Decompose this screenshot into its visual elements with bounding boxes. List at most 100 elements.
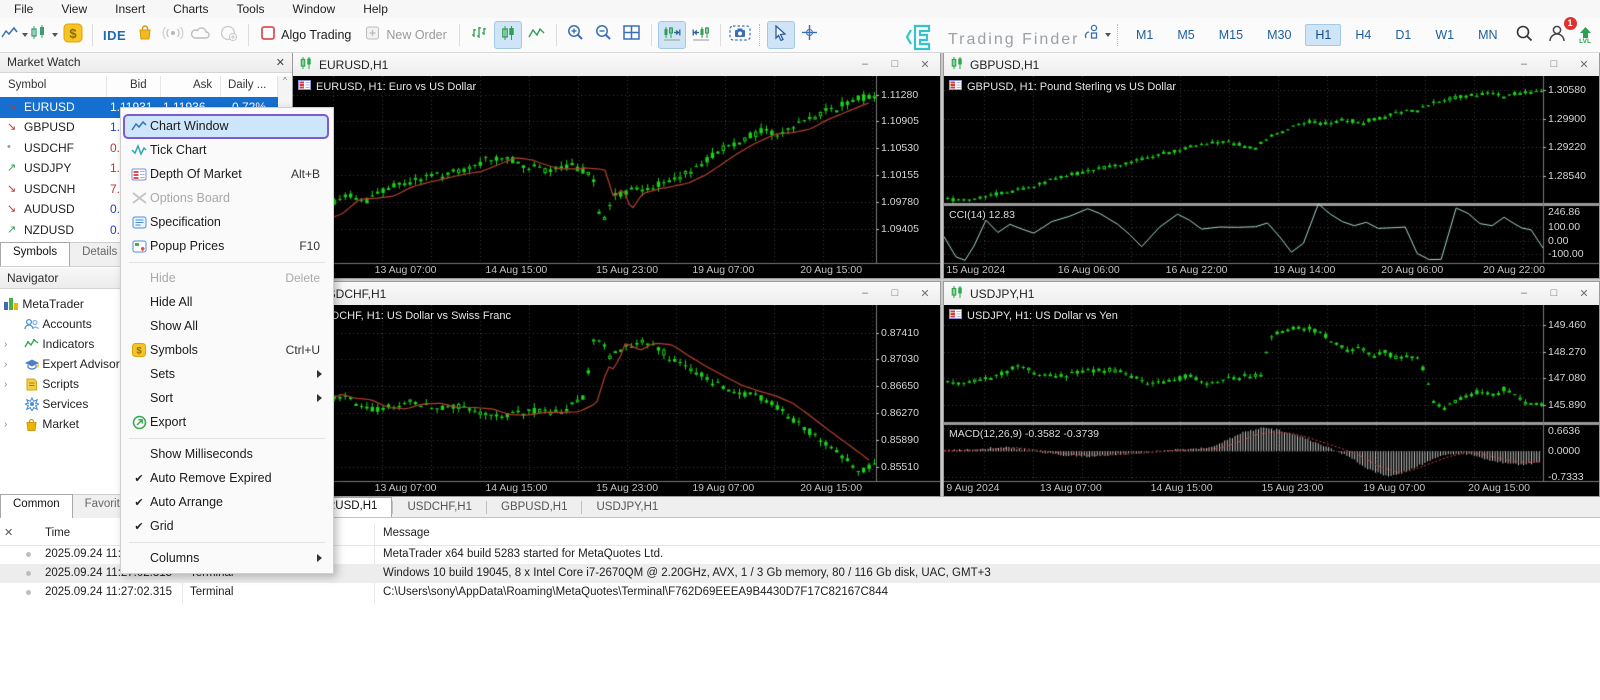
- maximize-icon[interactable]: □: [880, 287, 910, 300]
- context-menu-item-popup-prices[interactable]: Popup PricesF10: [124, 234, 330, 258]
- expander-icon[interactable]: ›: [4, 419, 7, 430]
- time-axis-label[interactable]: 14 Aug 15:00: [485, 482, 547, 494]
- menu-file[interactable]: File: [0, 0, 47, 18]
- menu-view[interactable]: View: [47, 0, 101, 18]
- time-axis-label[interactable]: 15 Aug 2024: [946, 264, 1005, 276]
- account-button[interactable]: 1: [1544, 22, 1570, 48]
- time-axis-label[interactable]: 15 Aug 23:00: [1261, 482, 1323, 494]
- price-chart-canvas[interactable]: [944, 76, 1599, 278]
- column-ask[interactable]: Ask: [193, 79, 212, 91]
- minimize-icon[interactable]: –: [1509, 58, 1539, 71]
- minimize-icon[interactable]: –: [1509, 287, 1539, 300]
- price-chart-canvas[interactable]: [944, 305, 1599, 496]
- chart-window-gbpusd[interactable]: GBPUSD,H1–□✕CCI(14) 12.83246.86100.000.0…: [943, 52, 1600, 279]
- timeframe-d1[interactable]: D1: [1385, 24, 1421, 46]
- minimize-icon[interactable]: –: [850, 58, 880, 71]
- chart-window-titlebar[interactable]: USDCHF,H1–□✕: [293, 282, 940, 305]
- close-icon[interactable]: ✕: [1569, 287, 1599, 300]
- context-menu-item-depth-of-market[interactable]: Depth Of MarketAlt+B: [124, 162, 330, 186]
- chart-window-usdchf[interactable]: USDCHF,H1–□✕0.874100.870300.866500.86270…: [292, 281, 941, 497]
- chart-profile-button[interactable]: [30, 22, 58, 48]
- cursor-button[interactable]: [767, 21, 795, 49]
- context-menu-item-auto-remove-expired[interactable]: ✔Auto Remove Expired: [124, 466, 330, 490]
- expander-icon[interactable]: ›: [4, 339, 7, 350]
- indicators-dropdown-button[interactable]: [1083, 22, 1111, 48]
- timeframe-m15[interactable]: M15: [1209, 24, 1253, 46]
- market-store-button[interactable]: [132, 22, 158, 48]
- context-menu-item-hide-all[interactable]: Hide All: [124, 290, 330, 314]
- ide-button[interactable]: IDE: [99, 22, 130, 48]
- menu-help[interactable]: Help: [349, 0, 402, 18]
- chart-body[interactable]: MACD(12,26,9) -0.3582 -0.37390.66360.000…: [944, 305, 1599, 496]
- price-chart-canvas[interactable]: [293, 76, 940, 278]
- chart-body[interactable]: 0.874100.870300.866500.862700.858900.855…: [293, 305, 940, 496]
- context-menu-item-auto-arrange[interactable]: ✔Auto Arrange: [124, 490, 330, 514]
- time-axis-label[interactable]: 13 Aug 07:00: [375, 482, 437, 494]
- expander-icon[interactable]: ›: [4, 379, 7, 390]
- time-axis-label[interactable]: 20 Aug 15:00: [800, 264, 862, 276]
- timeframe-h4[interactable]: H4: [1345, 24, 1381, 46]
- time-axis-label[interactable]: 15 Aug 23:00: [596, 264, 658, 276]
- context-menu-item-tick-chart[interactable]: Tick Chart: [124, 138, 330, 162]
- time-axis-label[interactable]: 20 Aug 06:00: [1381, 264, 1443, 276]
- time-axis-label[interactable]: 13 Aug 07:00: [1040, 482, 1102, 494]
- timeframe-m30[interactable]: M30: [1257, 24, 1301, 46]
- column-bid[interactable]: Bid: [130, 79, 147, 91]
- community-button[interactable]: [216, 22, 242, 48]
- context-menu-item-symbols[interactable]: $SymbolsCtrl+U: [124, 338, 330, 362]
- time-axis-label[interactable]: 16 Aug 22:00: [1166, 264, 1228, 276]
- menu-insert[interactable]: Insert: [101, 0, 159, 18]
- context-menu-item-sets[interactable]: Sets: [124, 362, 330, 386]
- menu-tools[interactable]: Tools: [223, 0, 279, 18]
- chart-window-titlebar[interactable]: EURUSD,H1–□✕: [293, 53, 940, 76]
- close-icon[interactable]: ✕: [1569, 58, 1599, 71]
- search-button[interactable]: [1511, 22, 1537, 48]
- time-axis-label[interactable]: 14 Aug 15:00: [1151, 482, 1213, 494]
- maximize-icon[interactable]: □: [880, 58, 910, 71]
- timeframe-w1[interactable]: W1: [1425, 24, 1464, 46]
- time-axis-label[interactable]: 16 Aug 06:00: [1058, 264, 1120, 276]
- context-menu-item-export[interactable]: Export: [124, 410, 330, 434]
- timeframe-m5[interactable]: M5: [1167, 24, 1204, 46]
- time-axis-label[interactable]: 20 Aug 15:00: [800, 482, 862, 494]
- menu-charts[interactable]: Charts: [159, 0, 222, 18]
- time-axis-label[interactable]: 19 Aug 14:00: [1273, 264, 1335, 276]
- time-axis-label[interactable]: 19 Aug 07:00: [692, 482, 754, 494]
- symbols-button[interactable]: $: [60, 22, 86, 48]
- chart-body[interactable]: CCI(14) 12.83246.86100.000.00-100.001.30…: [944, 76, 1599, 278]
- maximize-icon[interactable]: □: [1539, 287, 1569, 300]
- chart-shift-button[interactable]: [688, 22, 714, 48]
- time-axis-label[interactable]: 9 Aug 2024: [946, 482, 999, 494]
- chart-window-titlebar[interactable]: USDJPY,H1–□✕: [944, 282, 1599, 305]
- time-axis-label[interactable]: 19 Aug 07:00: [692, 264, 754, 276]
- chart-tab-usdjpy-h1[interactable]: USDJPY,H1: [582, 499, 672, 515]
- candlestick-mode-button[interactable]: [494, 21, 522, 49]
- terminal-column-time[interactable]: Time: [45, 527, 70, 539]
- context-menu-item-show-all[interactable]: Show All: [124, 314, 330, 338]
- timeframe-mn[interactable]: MN: [1468, 24, 1507, 46]
- new-order-button[interactable]: New Order: [359, 22, 452, 48]
- context-menu-item-columns[interactable]: Columns: [124, 546, 330, 570]
- column-symbol[interactable]: Symbol: [8, 79, 46, 91]
- tab-common[interactable]: Common: [0, 494, 73, 518]
- timeframe-m1[interactable]: M1: [1126, 24, 1163, 46]
- zoom-out-button[interactable]: [591, 22, 617, 48]
- scroll-up-icon[interactable]: ^: [283, 76, 287, 85]
- close-icon[interactable]: ✕: [910, 287, 940, 300]
- time-axis-label[interactable]: 13 Aug 07:00: [375, 264, 437, 276]
- context-menu-item-show-milliseconds[interactable]: Show Milliseconds: [124, 442, 330, 466]
- context-menu-item-specification[interactable]: Specification: [124, 210, 330, 234]
- zoom-in-button[interactable]: [563, 22, 589, 48]
- close-icon[interactable]: ✕: [276, 56, 285, 69]
- time-axis-label[interactable]: 14 Aug 15:00: [485, 264, 547, 276]
- algo-trading-button[interactable]: Algo Trading: [255, 22, 357, 48]
- chart-body[interactable]: 1.112801.109051.105301.101551.097801.094…: [293, 76, 940, 278]
- context-menu-item-grid[interactable]: ✔Grid: [124, 514, 330, 538]
- timeframe-h1[interactable]: H1: [1305, 24, 1341, 46]
- lvl-indicator[interactable]: LVL: [1579, 27, 1592, 44]
- expander-icon[interactable]: ›: [4, 359, 7, 370]
- tile-windows-button[interactable]: [619, 22, 645, 48]
- minimize-icon[interactable]: –: [850, 287, 880, 300]
- bar-chart-mode-button[interactable]: [466, 22, 492, 48]
- column-daily[interactable]: Daily ...: [228, 79, 266, 91]
